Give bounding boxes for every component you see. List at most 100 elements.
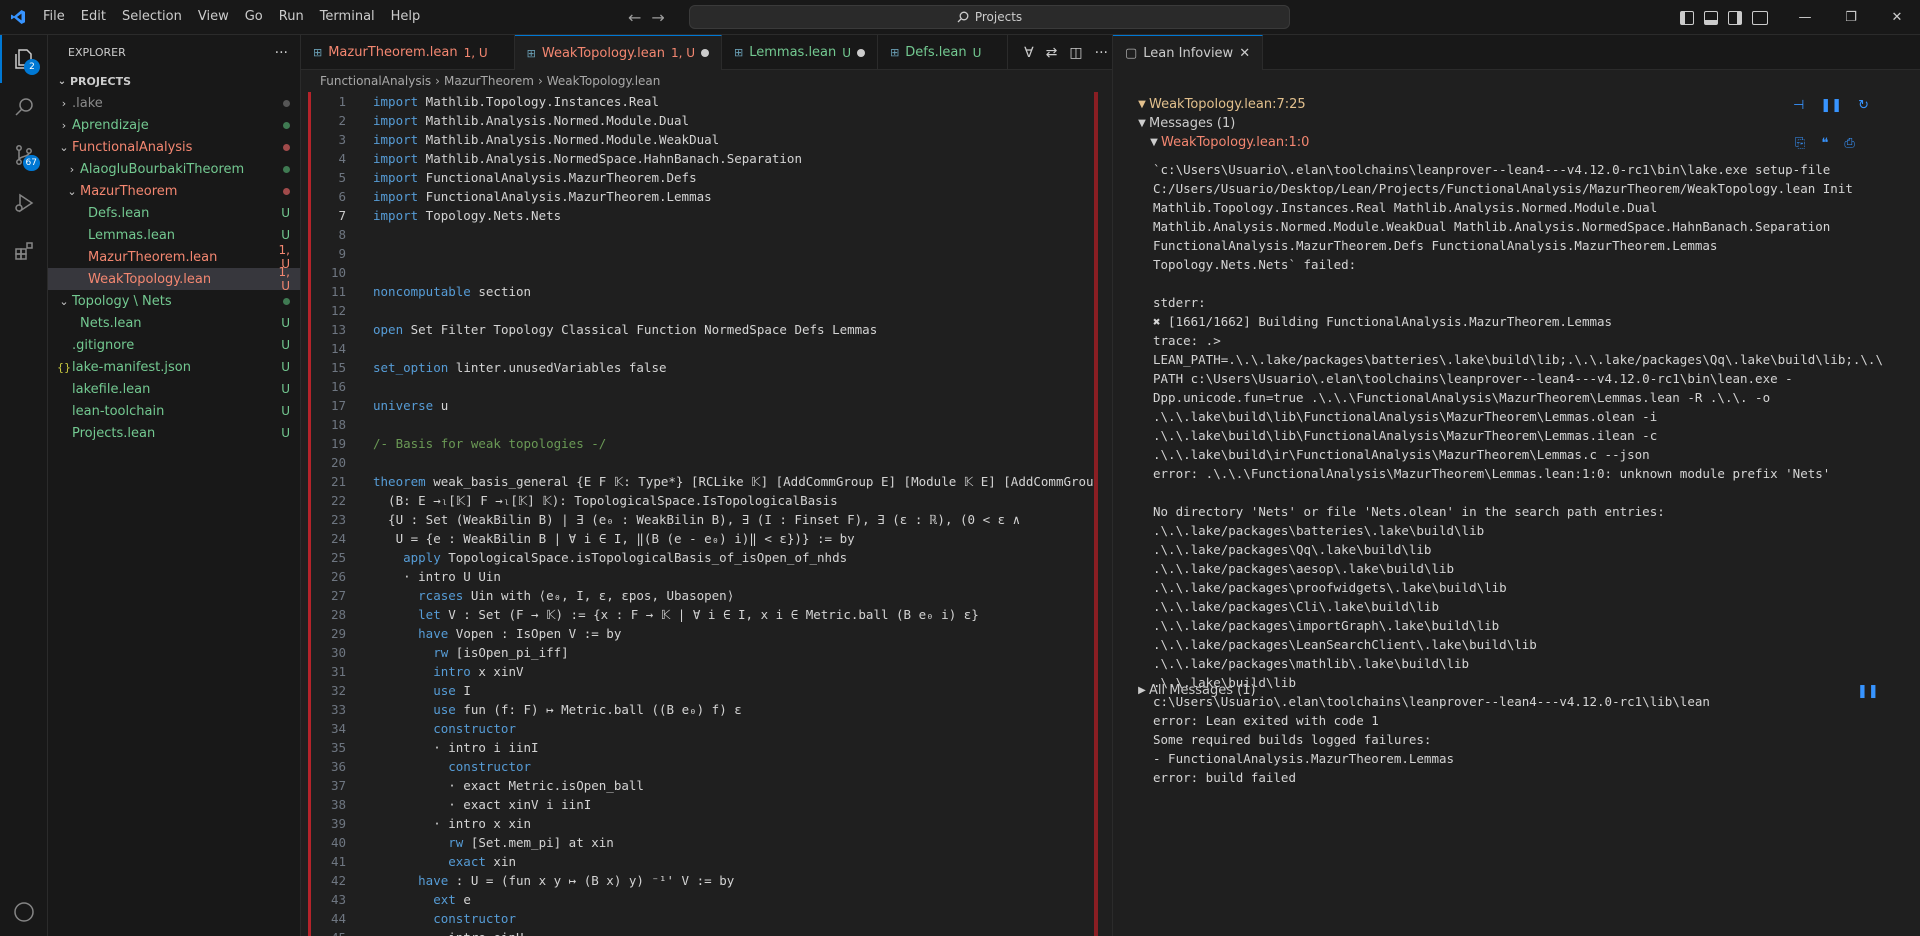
code-line[interactable]: 28 let V : Set (F → 𝕂) := {x : F → 𝕂 | ∀… [301,605,1112,624]
pause-icon[interactable]: ❚❚ [1857,684,1879,699]
restore-icon[interactable]: ❐ [1828,0,1874,35]
menu-terminal[interactable]: Terminal [312,5,383,29]
more-actions-icon[interactable]: ··· [275,45,288,61]
code-line[interactable]: 8 [301,225,1112,244]
tree-file[interactable]: lean-toolchain U [48,400,300,422]
code-line[interactable]: 27 rcases Uin with ⟨e₀, I, ε, εpos, Ubas… [301,586,1112,605]
source-control-activity[interactable]: 67 [0,131,48,179]
compare-icon[interactable]: ⇄ [1046,45,1058,61]
code-line[interactable]: 33 use fun (f: F) ↦ Metric.ball ((B e₀) … [301,700,1112,719]
command-center-search[interactable]: Projects [689,5,1290,29]
menu-edit[interactable]: Edit [73,5,114,29]
code-line[interactable]: 39 · intro x xin [301,814,1112,833]
code-line[interactable]: 20 [301,453,1112,472]
menu-view[interactable]: View [190,5,237,29]
accounts-activity[interactable] [0,888,48,936]
tree-folder[interactable]: › AlaogluBourbakiTheorem [48,158,300,180]
code-line[interactable]: 34 constructor [301,719,1112,738]
code-line[interactable]: 4 import Mathlib.Analysis.NormedSpace.Hah… [301,149,1112,168]
all-messages-header[interactable]: ▶ All Messages (1) [1135,680,1255,700]
code-line[interactable]: 23 {U : Set (WeakBilin B) | ∃ (e₀ : Weak… [301,510,1112,529]
tab-lean-infoview[interactable]: ▢ Lean Infoview ✕ [1113,35,1264,70]
unsaved-dot-icon[interactable] [701,49,710,57]
tree-file[interactable]: Nets.lean U [48,312,300,334]
menu-go[interactable]: Go [237,5,271,29]
code-line[interactable]: 37 · exact Metric.isOpen_ball [301,776,1112,795]
back-arrow-icon[interactable]: ← [628,8,641,27]
toggle-panel-icon[interactable] [1704,10,1718,25]
code-line[interactable]: 42 have : U = (fun x y ↦ (B x) y) ⁻¹' V … [301,871,1112,890]
more-actions-icon[interactable]: ··· [1095,45,1108,61]
code-line[interactable]: 18 [301,415,1112,434]
code-line[interactable]: 3 import Mathlib.Analysis.Normed.Module.W… [301,130,1112,149]
code-line[interactable]: 21 theorem weak_basis_general {E F 𝕂: Typ… [301,472,1112,491]
code-line[interactable]: 15 set_option linter.unusedVariables fals… [301,358,1112,377]
tree-file[interactable]: WeakTopology.lean 1, U [48,265,300,293]
code-line[interactable]: 2 import Mathlib.Analysis.Normed.Module.D… [301,111,1112,130]
search-activity[interactable] [0,83,48,131]
unsaved-dot-icon[interactable] [857,48,866,57]
copy-to-comment-icon[interactable]: ⎙ [1844,136,1854,151]
code-line[interactable]: 14 [301,339,1112,358]
run-debug-activity[interactable] [0,179,48,227]
code-line[interactable]: 25 apply TopologicalSpace.isTopologicalB… [301,548,1112,567]
code-line[interactable]: 31 intro x xinV [301,662,1112,681]
breadcrumb-item[interactable]: MazurTheorem [444,74,534,88]
explorer-activity[interactable]: 2 [0,35,48,83]
code-line[interactable]: 32 use I [301,681,1112,700]
code-line[interactable]: 7 import Topology.Nets.Nets [301,206,1112,225]
code-line[interactable]: 16 [301,377,1112,396]
refresh-icon[interactable]: ↻ [1858,98,1869,113]
tab-defs-lean[interactable]: ⊞ Defs.lean U [878,35,1009,70]
close-window-icon[interactable]: ✕ [1874,0,1920,35]
breadcrumb-item[interactable]: FunctionalAnalysis [320,74,431,88]
code-line[interactable]: 45 · intro einU [301,928,1112,936]
customize-layout-icon[interactable] [1752,10,1768,25]
tree-file[interactable]: MazurTheorem.lean 1, U [48,243,300,271]
code-line[interactable]: 24 U = {e : WeakBilin B | ∀ i ∈ I, ‖(B (… [301,529,1112,548]
tab-mazurtheorem-lean[interactable]: ⊞ MazurTheorem.lean 1, U [301,35,515,70]
menu-run[interactable]: Run [271,5,312,29]
tab-lemmas-lean[interactable]: ⊞ Lemmas.lean U [722,35,879,70]
code-line[interactable]: 29 have Vopen : IsOpen V := by [301,624,1112,643]
tree-folder[interactable]: › Aprendizaje [48,114,300,136]
toggle-sidebar-icon[interactable] [1680,10,1694,25]
code-editor[interactable]: 1 import Mathlib.Topology.Instances.Real 2… [301,92,1112,936]
code-line[interactable]: 41 exact xin [301,852,1112,871]
tree-file[interactable]: {} lake-manifest.json U [48,356,300,378]
infoview-location-header[interactable]: ▼ WeakTopology.lean:7:25 [1135,94,1306,114]
code-line[interactable]: 19 /- Basis for weak topologies -/ [301,434,1112,453]
forward-arrow-icon[interactable]: → [651,8,664,27]
messages-header[interactable]: ▼ Messages (1) [1135,113,1235,133]
pause-icon[interactable]: ❚❚ [1820,98,1842,113]
code-line[interactable]: 11 noncomputable section [301,282,1112,301]
lean-forall-icon[interactable]: ∀ [1024,45,1034,61]
menu-selection[interactable]: Selection [114,5,190,29]
code-line[interactable]: 38 · exact xinV i iinI [301,795,1112,814]
pin-icon[interactable]: ⊣ [1793,98,1804,113]
code-line[interactable]: 5 import FunctionalAnalysis.MazurTheorem.… [301,168,1112,187]
code-line[interactable]: 36 constructor [301,757,1112,776]
code-line[interactable]: 1 import Mathlib.Topology.Instances.Real [301,92,1112,111]
tree-folder[interactable]: › .lake [48,92,300,114]
toggle-secondary-sidebar-icon[interactable] [1728,10,1742,25]
tree-folder[interactable]: ⌄ Topology \ Nets [48,290,300,312]
code-line[interactable]: 44 constructor [301,909,1112,928]
minimize-icon[interactable]: — [1782,0,1828,35]
tree-folder[interactable]: ⌄ FunctionalAnalysis [48,136,300,158]
tree-file[interactable]: .gitignore U [48,334,300,356]
menu-help[interactable]: Help [383,5,429,29]
tree-folder[interactable]: ⌄ MazurTheorem [48,180,300,202]
tree-file[interactable]: Lemmas.lean U [48,224,300,246]
message-header[interactable]: ▼ WeakTopology.lean:1:0 [1147,132,1309,152]
code-line[interactable]: 40 rw [Set.mem_pi] at xin [301,833,1112,852]
code-line[interactable]: 22 (B: E →ₗ[𝕂] F →ₗ[𝕂] 𝕂): TopologicalSp… [301,491,1112,510]
close-icon[interactable]: ✕ [1239,46,1250,61]
tree-file[interactable]: lakefile.lean U [48,378,300,400]
code-line[interactable]: 35 · intro i iinI [301,738,1112,757]
extensions-activity[interactable] [0,227,48,275]
code-line[interactable]: 6 import FunctionalAnalysis.MazurTheorem.… [301,187,1112,206]
split-editor-icon[interactable]: ◫ [1069,45,1082,61]
breadcrumb-item[interactable]: WeakTopology.lean [547,74,661,88]
code-line[interactable]: 26 · intro U Uin [301,567,1112,586]
